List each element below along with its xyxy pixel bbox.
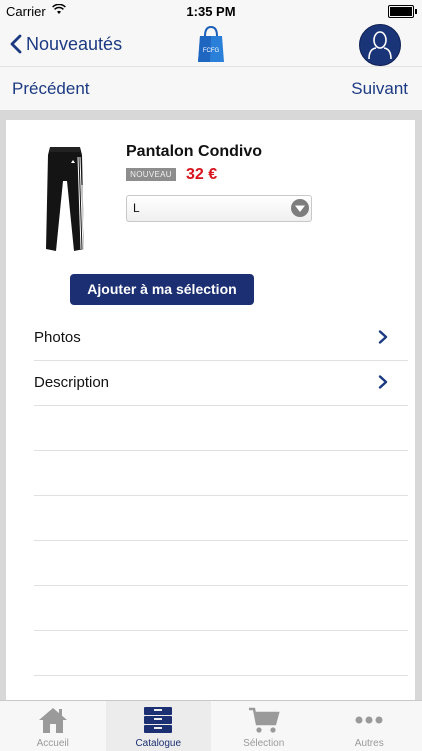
tab-accueil[interactable]: Accueil	[0, 701, 106, 751]
status-time: 1:35 PM	[0, 4, 422, 19]
empty-row	[34, 541, 408, 586]
empty-row	[34, 406, 408, 451]
description-label: Description	[34, 374, 109, 391]
new-badge: NOUVEAU	[126, 168, 176, 181]
chevron-right-icon	[378, 330, 388, 344]
tab-bar: Accueil Catalogue Sélection Autres	[0, 700, 422, 751]
dropdown-arrow-icon	[290, 198, 310, 218]
size-selected-value: L	[133, 201, 140, 215]
tab-autres[interactable]: Autres	[317, 701, 422, 751]
add-to-selection-button[interactable]: Ajouter à ma sélection	[70, 274, 254, 305]
user-icon	[367, 30, 393, 60]
empty-row	[34, 586, 408, 631]
tab-catalogue-label: Catalogue	[106, 738, 212, 749]
shopping-bag-logo-icon: FCFG	[197, 24, 225, 64]
previous-button[interactable]: Précédent	[12, 79, 90, 99]
next-button[interactable]: Suivant	[351, 79, 408, 99]
tab-selection-label: Sélection	[211, 738, 317, 749]
cart-icon	[247, 706, 281, 734]
catalogue-icon	[141, 706, 175, 734]
empty-row	[34, 631, 408, 676]
chevron-right-icon	[378, 375, 388, 389]
back-button[interactable]: Nouveautés	[10, 28, 122, 60]
battery-icon	[388, 5, 414, 18]
profile-avatar[interactable]	[359, 24, 401, 66]
empty-row	[34, 496, 408, 541]
status-bar: Carrier 1:35 PM	[0, 0, 422, 22]
logo-text: FCFG	[203, 48, 220, 54]
tab-accueil-label: Accueil	[0, 738, 106, 749]
product-image	[38, 145, 92, 255]
product-price: 32 €	[186, 166, 217, 184]
empty-row	[34, 451, 408, 496]
tab-autres-label: Autres	[317, 738, 422, 749]
back-label: Nouveautés	[26, 34, 122, 55]
pager-bar: Précédent Suivant	[0, 66, 422, 112]
navigation-bar: Nouveautés FCFG	[0, 22, 422, 66]
chevron-left-icon	[10, 34, 22, 54]
size-select[interactable]: L	[126, 195, 312, 222]
tab-catalogue[interactable]: Catalogue	[106, 701, 212, 751]
photos-row[interactable]: Photos	[34, 316, 408, 361]
more-icon	[352, 706, 386, 734]
home-icon	[36, 706, 70, 734]
photos-label: Photos	[34, 329, 81, 346]
product-name: Pantalon Condivo	[126, 143, 262, 161]
tab-selection[interactable]: Sélection	[211, 701, 317, 751]
description-row[interactable]: Description	[34, 361, 408, 406]
